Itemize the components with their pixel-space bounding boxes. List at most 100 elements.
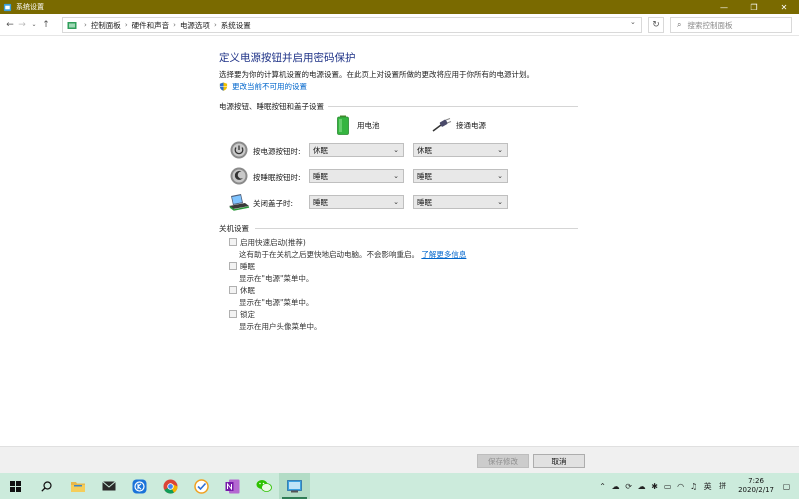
sleep-description: 显示在"电源"菜单中。 [239,274,314,283]
breadcrumb-system-settings[interactable]: 系统设置 [221,20,251,31]
search-icon [41,480,52,492]
power-button-label: 按电源按钮时: [253,147,301,156]
refresh-icon[interactable]: ↻ [648,17,664,33]
title-bar: 系统设置 — ❐ ✕ [0,0,799,14]
breadcrumb-power-options[interactable]: 电源选项 [180,20,210,31]
change-unavailable-settings-link[interactable]: 更改当前不可用的设置 [219,81,307,92]
onenote-icon [225,479,240,493]
save-changes-button[interactable]: 保存修改 [477,454,529,468]
onedrive-icon[interactable]: ☁ [609,482,622,491]
hibernate-label: 休眠 [240,286,255,295]
recent-dropdown-icon[interactable]: ⌄ [28,16,40,34]
sleep-button-battery-select[interactable]: 睡眠 ⌄ [309,169,404,183]
ime-language-indicator[interactable]: 英 [700,481,715,492]
taskbar-control-panel[interactable] [279,473,310,499]
action-bar: 保存修改 取消 [0,446,799,473]
power-button-plugged-select[interactable]: 休眠 ⌄ [413,143,508,157]
power-button-battery-select[interactable]: 休眠 ⌄ [309,143,404,157]
laptop-lid-icon [229,194,250,211]
chevron-right-icon: › [124,21,128,29]
divider [255,228,578,229]
chevron-right-icon: › [213,21,217,29]
chevron-down-icon: ⌄ [497,172,503,180]
close-lid-battery-select[interactable]: 睡眠 ⌄ [309,195,404,209]
ime-mode-indicator[interactable]: 拼 [715,481,730,491]
address-dropdown-icon[interactable]: ⌄ [630,18,636,26]
plugged-in-column-header: 接通电源 [432,118,486,132]
shutdown-section-title: 关机设置 [219,224,249,233]
breadcrumb-control-panel[interactable]: 控制面板 [91,20,121,31]
fast-startup-option: 启用快速启动(推荐) [229,237,306,248]
search-icon: ⌕ [677,20,682,29]
fast-startup-label: 启用快速启动(推荐) [240,238,306,247]
chrome-icon [163,479,178,494]
taskbar-file-explorer[interactable] [62,473,93,499]
wifi-icon[interactable]: ◠ [674,482,687,491]
chevron-right-icon: › [173,21,176,29]
lock-checkbox[interactable] [229,310,237,318]
minimize-button[interactable]: — [709,0,739,14]
clock-time: 7:26 [748,477,764,485]
taskbar-kugou[interactable] [124,473,155,499]
taskbar-mail[interactable] [93,473,124,499]
cancel-button[interactable]: 取消 [533,454,585,468]
chevron-up-icon[interactable]: ⌃ [596,482,609,491]
battery-icon [337,115,349,135]
bluetooth-icon[interactable]: ✱ [648,482,661,491]
search-placeholder: 搜索控制面板 [687,20,733,30]
page-title: 定义电源按钮并启用密码保护 [219,52,356,64]
sleep-button-icon [230,167,248,185]
start-button[interactable] [0,473,31,499]
search-input[interactable]: ⌕ 搜索控制面板 [670,17,792,33]
chevron-down-icon: ⌄ [497,198,503,206]
taskbar-search-button[interactable] [31,473,62,499]
lock-option: 锁定 [229,309,255,320]
battery-column-header: 用电池 [336,115,380,135]
check-circle-icon [194,478,209,494]
forward-arrow-icon[interactable]: → [16,16,28,34]
fast-startup-checkbox[interactable] [229,238,237,246]
breadcrumb-hardware-sound[interactable]: 硬件和声音 [132,20,170,31]
back-arrow-icon[interactable]: ← [4,16,16,34]
sync-icon[interactable]: ⟳ [622,482,635,491]
sleep-button-plugged-select[interactable]: 睡眠 ⌄ [413,169,508,183]
notification-icon[interactable]: ▢ [780,482,793,491]
battery-icon[interactable]: ▭ [661,482,674,491]
taskbar-wechat[interactable] [248,473,279,499]
chevron-down-icon: ⌄ [393,172,399,180]
page-description: 选择要为你的计算机设置的电源设置。在此页上对设置所做的更改将应用于你所有的电源计… [219,70,534,79]
taskbar-onenote[interactable] [217,473,248,499]
power-button-icon [230,141,248,159]
cloud-icon[interactable]: ☁ [635,482,648,491]
volume-icon[interactable]: ♫ [687,482,700,491]
shield-icon [219,82,228,91]
learn-more-link[interactable]: 了解更多信息 [421,250,466,259]
hibernate-description: 显示在"电源"菜单中。 [239,298,314,307]
taskbar: ⌃ ☁ ⟳ ☁ ✱ ▭ ◠ ♫ 英 拼 7:26 2020/2/17 ▢ [0,473,799,499]
hibernate-checkbox[interactable] [229,286,237,294]
control-panel-icon [67,22,77,29]
lock-description: 显示在用户头像菜单中。 [239,322,322,331]
breadcrumb[interactable]: › 控制面板 › 硬件和声音 › 电源选项 › 系统设置 [62,17,642,33]
windows-logo-icon [10,480,21,492]
chevron-right-icon: › [84,21,87,29]
maximize-button[interactable]: ❐ [739,0,769,14]
close-lid-plugged-select[interactable]: 睡眠 ⌄ [413,195,508,209]
close-lid-label: 关闭盖子时: [253,199,294,208]
system-tray: ⌃ ☁ ⟳ ☁ ✱ ▭ ◠ ♫ 英 拼 7:26 2020/2/17 ▢ [596,473,799,499]
close-button[interactable]: ✕ [769,0,799,14]
sleep-checkbox[interactable] [229,262,237,270]
taskbar-todo-app[interactable] [186,473,217,499]
power-plug-icon [432,118,452,132]
taskbar-chrome[interactable] [155,473,186,499]
divider [328,106,578,107]
chevron-down-icon: ⌄ [393,198,399,206]
chevron-down-icon: ⌄ [393,146,399,154]
power-section-title: 电源按钮、睡眠按钮和盖子设置 [219,102,324,111]
control-panel-icon [3,3,12,11]
clock[interactable]: 7:26 2020/2/17 [738,477,774,495]
up-arrow-icon[interactable]: ↑ [40,16,52,34]
lock-label: 锁定 [240,310,255,319]
mail-icon [101,481,116,491]
main-content: 定义电源按钮并启用密码保护 选择要为你的计算机设置的电源设置。在此页上对设置所做… [0,37,799,447]
